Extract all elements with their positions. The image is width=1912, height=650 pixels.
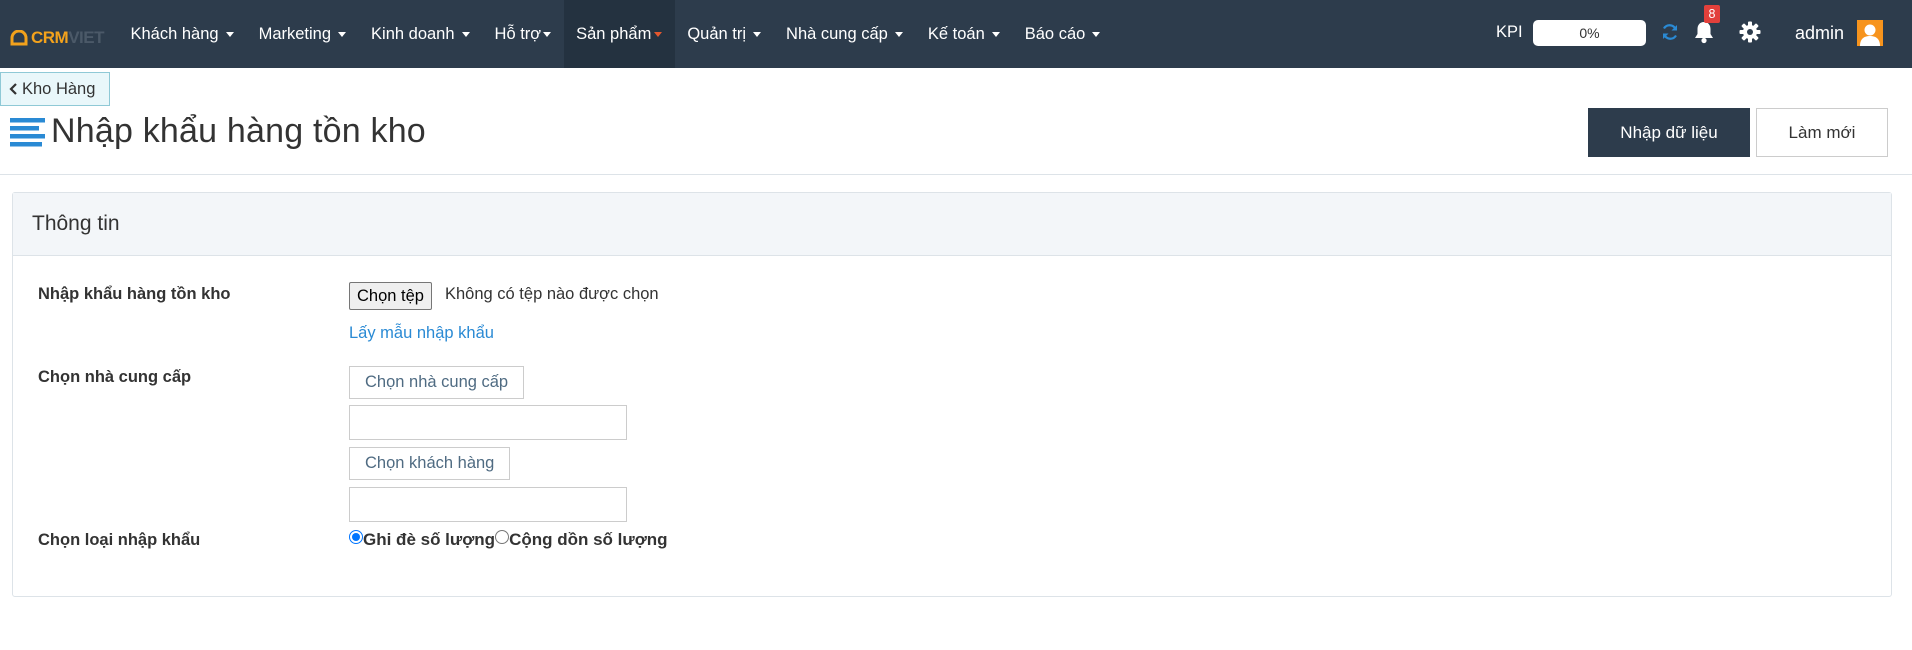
caret-down-icon [894,31,903,37]
kpi-progress-bar: 0% [1533,20,1646,46]
nav-item-khach-hang[interactable]: Khách hàng [118,0,246,68]
main-nav: Khách hàng Marketing Kinh doanh Hỗ trợ S… [118,0,1113,68]
nav-item-nha-cung-cap[interactable]: Nhà cung cấp [774,0,916,68]
choose-customer-button[interactable]: Chọn khách hàng [349,447,511,480]
back-to-warehouse-button[interactable]: Kho Hàng [0,72,111,106]
nav-label: Sản phẩm [576,24,652,43]
nav-label: Quản trị [687,24,747,43]
avatar[interactable] [1857,20,1883,46]
gear-icon[interactable] [1738,20,1762,44]
nav-item-ho-tro[interactable]: Hỗ trợ [482,0,564,68]
logo-text-viet: VIET [68,28,105,47]
nav-label: Nhà cung cấp [786,24,888,43]
nav-item-san-pham[interactable]: Sản phẩm [563,0,675,68]
panel-title: Thông tin [13,193,1891,256]
header-divider [0,174,1912,175]
nav-item-marketing[interactable]: Marketing [246,0,358,68]
import-type-label: Chọn loại nhập khẩu [38,531,201,549]
customer-field[interactable] [349,487,627,522]
caret-down-icon [654,31,663,37]
import-data-button[interactable]: Nhập dữ liệu [1588,108,1750,157]
nav-item-ke-toan[interactable]: Kế toán [915,0,1012,68]
logo-icon [10,30,28,46]
nav-item-bao-cao[interactable]: Báo cáo [1012,0,1113,68]
file-status-text: Không có tệp nào được chọn [445,285,659,303]
refresh-button[interactable]: Làm mới [1756,108,1888,157]
supplier-label: Chọn nhà cung cấp [38,368,192,386]
nav-label: Kinh doanh [371,24,455,43]
supplier-field[interactable] [349,405,627,440]
refresh-icon[interactable] [1660,22,1680,42]
user-name[interactable]: admin [1795,23,1844,44]
caret-down-icon [461,31,470,37]
nav-label: Hỗ trợ [494,24,542,43]
chevron-left-icon [9,83,17,95]
nav-item-kinh-doanh[interactable]: Kinh doanh [359,0,483,68]
import-file-label: Nhập khẩu hàng tồn kho [38,285,231,303]
caret-down-icon [1092,31,1101,37]
page-header: Nhập khẩu hàng tồn kho [10,112,426,151]
nav-item-quan-tri[interactable]: Quản trị [675,0,774,68]
caret-down-icon [338,31,347,37]
nav-label: Marketing [258,24,332,43]
overwrite-quantity-radio[interactable] [349,530,363,544]
accumulate-quantity-radio[interactable] [495,530,510,544]
user-avatar-icon [1857,20,1883,46]
caret-down-icon [225,31,234,37]
brand-logo[interactable]: CRMVIET [10,28,105,48]
caret-down-icon [991,31,1000,37]
notification-count-badge: 8 [1704,5,1720,23]
page-title: Nhập khẩu hàng tồn kho [51,112,426,150]
kpi-label: KPI [1496,23,1523,41]
info-panel: Thông tin Nhập khẩu hàng tồn kho Chọn tệ… [12,192,1892,597]
back-button-label: Kho Hàng [22,79,96,98]
nav-label: Khách hàng [130,24,219,43]
accumulate-quantity-label: Cộng dồn số lượng [509,530,668,549]
import-type-radio-group: Ghi đè số lượng Cộng dồn số lượng [349,530,668,550]
choose-supplier-button[interactable]: Chọn nhà cung cấp [349,366,525,399]
nav-label: Kế toán [927,24,985,43]
top-navbar: CRMVIET Khách hàng Marketing Kinh doanh … [0,0,1912,68]
overwrite-quantity-label: Ghi đè số lượng [363,530,496,549]
download-sample-link[interactable]: Lấy mẫu nhập khẩu [349,324,494,343]
logo-text-crm: CRM [31,28,69,47]
caret-down-icon [543,31,552,37]
caret-down-icon [753,31,762,37]
nav-label: Báo cáo [1024,24,1086,43]
list-icon [10,117,45,146]
choose-file-button[interactable]: Chọn tệp [349,282,432,310]
